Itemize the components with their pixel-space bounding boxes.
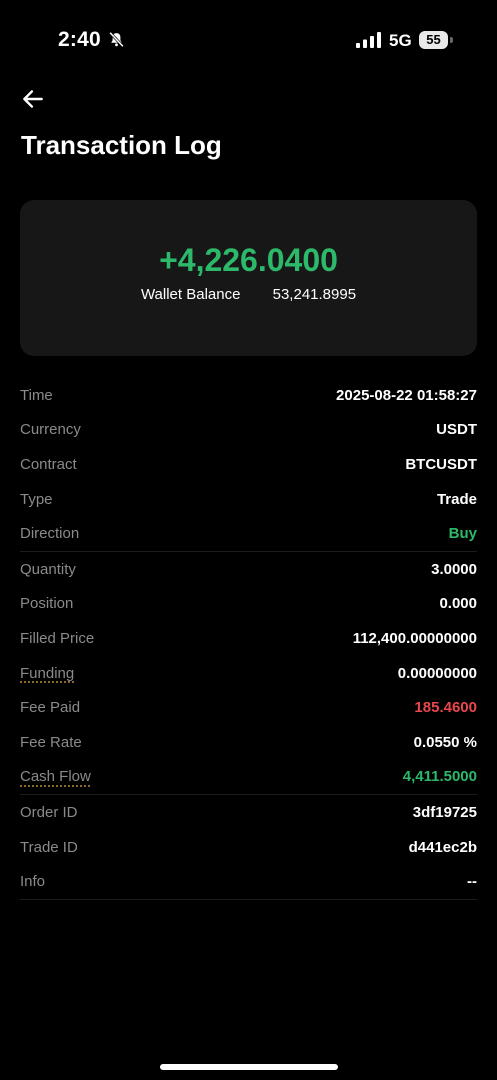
detail-row-fee-rate: Fee Rate 0.0550 % [20,725,477,760]
summary-amount: +4,226.0400 [159,242,338,278]
wallet-balance-row: Wallet Balance 53,241.8995 [20,286,477,303]
detail-row-direction: Direction Buy [20,516,477,552]
detail-label: Fee Rate [20,733,82,751]
page-title: Transaction Log [21,130,222,160]
wallet-balance-value: 53,241.8995 [272,286,357,303]
detail-row-filled-price: Filled Price 112,400.00000000 [20,621,477,656]
detail-value: Trade [436,490,477,508]
detail-row-cash-flow: Cash Flow 4,411.5000 [20,760,477,796]
battery-icon: 55 [419,31,448,49]
back-button[interactable] [18,84,48,114]
detail-row-time: Time 2025-08-22 01:58:27 [20,378,477,413]
detail-label: Position [20,595,74,613]
network-label: 5G [389,31,412,50]
transaction-details: Time 2025-08-22 01:58:27 Currency USDT C… [20,378,477,900]
detail-value: 112,400.00000000 [352,629,477,647]
summary-card: +4,226.0400 Wallet Balance 53,241.8995 [20,200,477,356]
detail-label: Fee Paid [20,699,81,717]
detail-label: Quantity [20,560,76,578]
detail-value: BTCUSDT [405,455,477,473]
signal-icon [356,32,381,48]
home-indicator[interactable] [160,1064,338,1070]
detail-label: Time [20,386,53,404]
detail-row-info: Info -- [20,864,477,900]
detail-value: 4,411.5000 [402,768,477,786]
detail-value: Buy [448,525,477,543]
detail-label: Type [20,490,53,508]
detail-label: Direction [20,525,80,543]
detail-label: Info [20,873,46,891]
detail-value: 0.0550 % [413,733,477,751]
detail-label: Order ID [20,803,78,821]
detail-row-type: Type Trade [20,482,477,517]
detail-row-funding: Funding 0.00000000 [20,656,477,691]
detail-row-fee-paid: Fee Paid 185.4600 [20,690,477,725]
wallet-balance-label: Wallet Balance [140,286,241,303]
detail-label: Contract [20,455,77,473]
detail-label: Trade ID [20,838,78,856]
cash-flow-tooltip-label[interactable]: Cash Flow [20,768,91,785]
detail-value: d441ec2b [408,838,477,856]
detail-value: -- [467,873,477,891]
detail-value: USDT [436,421,477,439]
funding-tooltip-label[interactable]: Funding [20,665,74,682]
battery-tip [450,37,453,43]
detail-label: Filled Price [20,629,95,647]
status-bar: 2:40 5G 55 [0,0,497,80]
detail-value: 0.00000000 [397,664,477,682]
detail-row-order-id: Order ID 3df19725 [20,795,477,830]
detail-label: Currency [20,421,81,439]
detail-row-quantity: Quantity 3.0000 [20,552,477,587]
detail-row-contract: Contract BTCUSDT [20,447,477,482]
status-time: 2:40 [58,28,101,51]
detail-row-trade-id: Trade ID d441ec2b [20,830,477,865]
detail-value: 3df19725 [412,803,477,821]
detail-value: 0.000 [439,595,477,613]
detail-value: 2025-08-22 01:58:27 [336,386,477,404]
detail-value: 3.0000 [431,560,477,578]
back-arrow-icon [23,90,43,108]
detail-value: 185.4600 [414,699,477,717]
detail-row-currency: Currency USDT [20,413,477,448]
bell-slash-icon [109,31,124,48]
detail-row-position: Position 0.000 [20,587,477,622]
